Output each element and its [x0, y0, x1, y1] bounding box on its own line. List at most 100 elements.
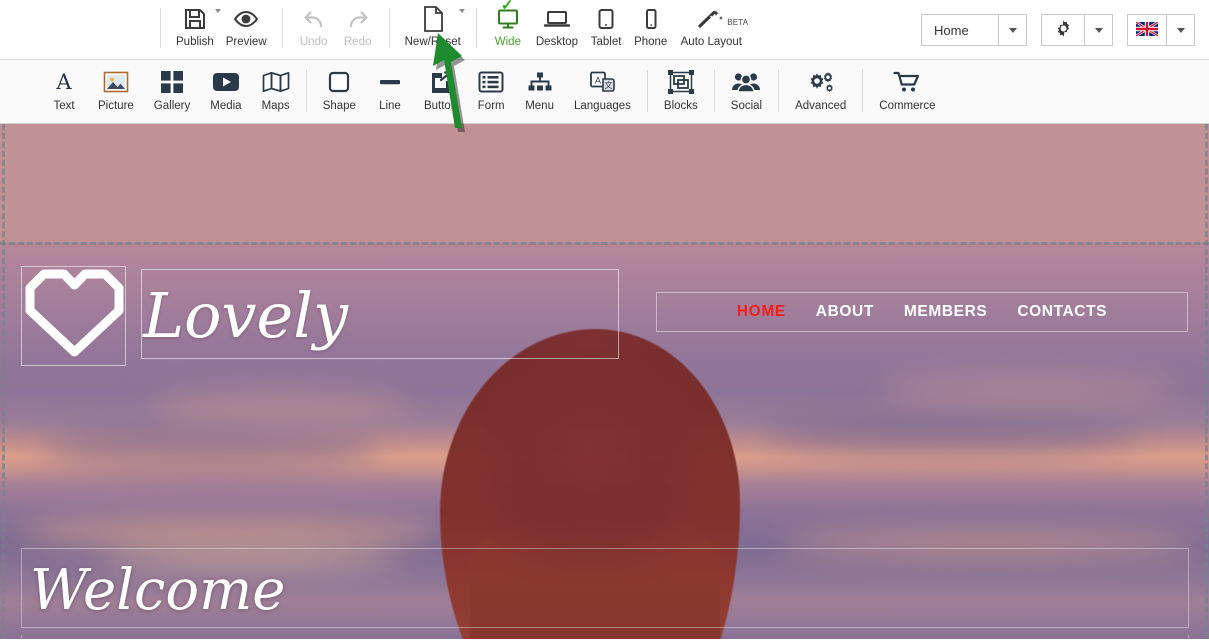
page-select-caret[interactable] [999, 14, 1027, 46]
tool-button[interactable]: Button [414, 60, 467, 112]
tool-maps[interactable]: Maps [252, 60, 300, 112]
toolbar-group-history: Undo Redo [292, 0, 380, 60]
social-group-icon [731, 68, 761, 96]
tool-menu[interactable]: Menu [515, 60, 564, 112]
main-toolbar: Publish Preview Undo Redo New/Reset ✓ Wi… [0, 0, 1209, 60]
language-button[interactable] [1127, 14, 1167, 46]
new-reset-label: New/Reset [404, 36, 461, 48]
settings-control[interactable] [1041, 14, 1113, 46]
tool-text-label: Text [53, 100, 75, 112]
nav-item-members[interactable]: MEMBERS [904, 303, 987, 321]
toolbar-divider [646, 70, 648, 112]
settings-caret[interactable] [1085, 14, 1113, 46]
save-icon [183, 5, 207, 33]
publish-button[interactable]: Publish [170, 0, 221, 49]
site-navigation[interactable]: HOME ABOUT MEMBERS CONTACTS [656, 292, 1188, 332]
toolbar-divider [160, 8, 161, 48]
laptop-icon [543, 5, 571, 33]
redo-button[interactable]: Redo [336, 0, 380, 49]
tool-line[interactable]: Line [366, 60, 414, 112]
header-band [0, 124, 1209, 242]
toolbar-group-new: New/Reset [399, 0, 467, 60]
check-icon: ✓ [500, 0, 514, 14]
device-phone-button[interactable]: Phone [628, 0, 673, 49]
page-select-value[interactable]: Home [921, 14, 999, 46]
toolbar-divider [778, 70, 780, 112]
tool-media[interactable]: Media [200, 60, 251, 112]
tool-shape-label: Shape [322, 100, 356, 112]
auto-layout-button[interactable]: BETA Auto Layout [673, 0, 749, 49]
advanced-gears-icon [807, 68, 835, 96]
toolbar-group-devices: ✓ Wide Desktop Tablet Phone BETA Auto La… [486, 0, 749, 60]
gear-icon [1054, 19, 1073, 41]
publish-label: Publish [176, 36, 214, 48]
site-title[interactable]: Lovely [143, 276, 348, 356]
tool-gallery-label: Gallery [153, 100, 191, 112]
device-wide-button[interactable]: ✓ Wide [486, 0, 530, 49]
beta-badge: BETA [727, 18, 749, 27]
new-reset-caret-icon[interactable] [458, 9, 465, 13]
tool-languages-label: Languages [573, 100, 631, 112]
tool-social[interactable]: Social [721, 60, 772, 112]
toolbar-divider [388, 8, 390, 48]
toolbar-divider [862, 70, 864, 112]
languages-icon: A 文 [589, 68, 616, 96]
tool-gallery[interactable]: Gallery [144, 60, 200, 112]
redo-icon [345, 5, 371, 33]
site-logo[interactable] [22, 266, 127, 363]
nav-item-contacts[interactable]: CONTACTS [1017, 303, 1107, 321]
tool-advanced[interactable]: Advanced [785, 60, 856, 112]
heart-outline-icon [25, 269, 124, 357]
tool-text[interactable]: A Text [40, 60, 88, 112]
new-reset-button[interactable]: New/Reset [399, 0, 467, 49]
undo-button[interactable]: Undo [292, 0, 336, 49]
tool-blocks-label: Blocks [663, 100, 698, 112]
device-tablet-button[interactable]: Tablet [584, 0, 628, 49]
welcome-heading[interactable]: Welcome [30, 555, 285, 627]
magic-wand-icon [696, 5, 726, 33]
toolbar-divider [281, 8, 283, 48]
device-desktop-label: Desktop [535, 36, 579, 48]
gallery-icon [160, 68, 184, 96]
tool-form[interactable]: Form [467, 60, 515, 112]
tool-picture[interactable]: Picture [88, 60, 144, 112]
preview-label: Preview [225, 36, 267, 48]
block-edge-right [1205, 124, 1208, 639]
svg-text:A: A [55, 70, 72, 94]
preview-button[interactable]: Preview [220, 0, 273, 49]
nav-item-about[interactable]: ABOUT [816, 303, 874, 321]
tool-form-label: Form [477, 100, 505, 112]
uk-flag-icon [1135, 20, 1159, 39]
chevron-down-icon [1094, 27, 1103, 33]
tool-commerce-label: Commerce [879, 100, 936, 112]
site-canvas[interactable]: Lovely HOME ABOUT MEMBERS CONTACTS Welco… [0, 124, 1209, 639]
tool-maps-label: Maps [261, 100, 290, 112]
tool-commerce[interactable]: Commerce [869, 60, 945, 112]
settings-button[interactable] [1041, 14, 1085, 46]
button-icon [429, 68, 453, 96]
nav-item-home[interactable]: HOME [737, 303, 786, 321]
form-icon [478, 68, 504, 96]
body-selection-box[interactable] [21, 635, 1189, 639]
language-control[interactable] [1127, 14, 1195, 46]
page-icon [422, 5, 444, 33]
media-play-icon [212, 68, 240, 96]
page-select[interactable]: Home [921, 14, 1027, 46]
device-desktop-button[interactable]: Desktop [530, 0, 584, 49]
device-phone-label: Phone [634, 36, 668, 48]
tool-line-label: Line [379, 100, 401, 112]
language-caret[interactable] [1167, 14, 1195, 46]
block-edge-left [2, 124, 5, 639]
toolbar-right-controls: Home [921, 0, 1209, 60]
elements-toolbar: A Text Picture Gallery Media Maps Shape … [0, 60, 1209, 124]
toolbar-divider [475, 8, 477, 48]
device-wide-label: Wide [494, 36, 521, 48]
tool-blocks[interactable]: Blocks [654, 60, 708, 112]
tool-shape[interactable]: Shape [313, 60, 366, 112]
block-divider-top [0, 242, 1209, 245]
svg-text:A: A [595, 77, 602, 87]
blocks-icon [667, 68, 694, 96]
tool-languages[interactable]: A 文 Languages [564, 60, 641, 112]
device-tablet-label: Tablet [590, 36, 622, 48]
cart-icon [893, 68, 921, 96]
